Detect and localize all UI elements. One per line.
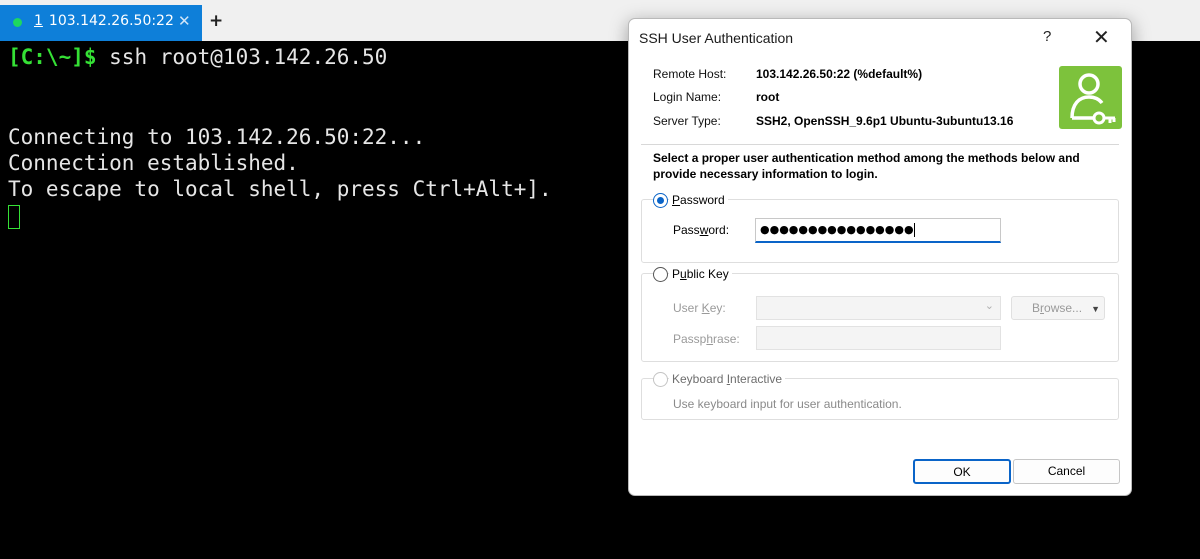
public-key-radio-label[interactable]: Public Key [669,267,732,281]
remote-host-value: 103.142.26.50:22 (%default%) [756,67,923,81]
terminal-cursor [8,205,20,229]
user-key-combobox[interactable]: ⌄ [756,296,1001,320]
passphrase-label: Passphrase: [673,332,740,346]
dialog-title: SSH User Authentication [639,30,794,46]
cancel-button[interactable]: Cancel [1013,459,1120,484]
terminal-prompt: [C:\~]$ [8,45,97,69]
passphrase-input[interactable] [756,326,1001,350]
help-icon[interactable]: ? [1043,28,1051,45]
terminal-output-line: Connecting to 103.142.26.50:22... [8,125,426,149]
divider [641,144,1119,145]
login-name-value: root [756,90,780,104]
keyboard-interactive-radio-label[interactable]: Keyboard Interactive [669,372,786,386]
user-key-logo-icon [1059,66,1122,129]
session-tab-active[interactable]: 1 103.142.26.50:22 ✕ [0,5,202,41]
browse-button[interactable]: Browse... ▼ [1011,296,1105,320]
password-radio[interactable] [653,193,668,208]
close-icon[interactable]: ✕ [1093,25,1110,50]
keyboard-interactive-description: Use keyboard input for user authenticati… [673,397,902,411]
server-type-value: SSH2, OpenSSH_9.6p1 Ubuntu-3ubuntu13.16 [756,114,1014,128]
tab-label: 1 103.142.26.50:22 [34,13,174,29]
text-caret [913,223,915,237]
public-key-radio[interactable] [653,267,668,282]
dropdown-arrow-icon: ▼ [1091,304,1100,314]
server-type-label: Server Type: [653,114,721,128]
user-key-label: User Key: [673,301,726,315]
connected-status-icon [13,18,22,27]
terminal-output-line: Connection established. [8,151,299,175]
instructions-text: Select a proper user authentication meth… [653,151,1080,181]
login-name-label: Login Name: [653,90,722,104]
password-input[interactable]: ●●●●●●●●●●●●●●●● [755,218,1001,243]
remote-host-label: Remote Host: [653,67,727,81]
keyboard-interactive-radio[interactable] [653,372,668,387]
new-tab-icon[interactable]: + [209,11,223,31]
password-field-label: Password: [673,223,730,237]
dialog-titlebar[interactable]: SSH User Authentication ? ✕ [629,19,1131,57]
ssh-auth-dialog: SSH User Authentication ? ✕ Remote Host:… [628,18,1132,496]
password-radio-label[interactable]: Password [669,193,728,207]
chevron-down-icon: ⌄ [984,300,994,312]
ok-button[interactable]: OK [913,459,1011,484]
terminal-command: ssh root@103.142.26.50 [96,45,388,69]
close-tab-icon[interactable]: ✕ [178,12,191,30]
terminal-command-line: [C:\~]$ ssh root@103.142.26.50 [8,45,387,69]
terminal-output-line: To escape to local shell, press Ctrl+Alt… [8,177,552,201]
